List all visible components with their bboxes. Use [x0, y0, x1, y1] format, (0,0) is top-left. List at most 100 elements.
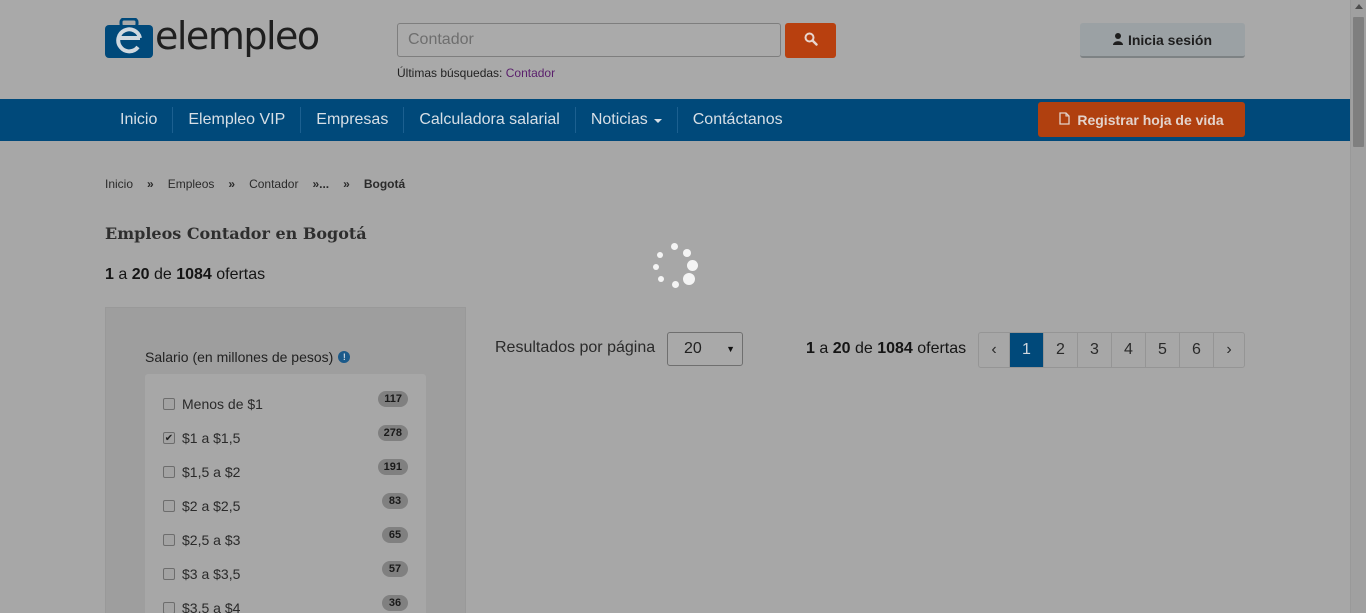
recent-search-link[interactable]: Contador	[506, 66, 555, 80]
salary-filter-option[interactable]: $3,5 a $4 36	[163, 595, 408, 613]
checkbox[interactable]	[163, 534, 175, 546]
nav-item-contactanos[interactable]: Contáctanos	[678, 107, 798, 133]
register-cv-button[interactable]: Registrar hoja de vida	[1038, 102, 1245, 137]
register-cv-label: Registrar hoja de vida	[1077, 111, 1224, 128]
pagination-page-5[interactable]: 5	[1146, 333, 1180, 367]
login-label: Inicia sesión	[1127, 31, 1213, 48]
salary-filter-option-label: Menos de $1	[182, 396, 263, 412]
pagination-prev-icon[interactable]: ‹	[979, 333, 1010, 367]
nav-item-label: Calculadora salarial	[419, 111, 560, 128]
loading-spinner-icon	[650, 242, 702, 290]
nav-item-label: Contáctanos	[692, 111, 783, 128]
logo-mark-icon	[105, 17, 153, 58]
nav-item-label: Empresas	[316, 111, 389, 128]
per-page-value: 20	[684, 340, 702, 357]
salary-filter-option[interactable]: $1,5 a $2 191	[163, 459, 408, 482]
pagination-next-icon[interactable]: ›	[1214, 333, 1244, 367]
breadcrumb-separator: »	[312, 177, 320, 191]
salary-filter-option[interactable]: $3 a $3,5 57	[163, 561, 408, 584]
breadcrumb: Inicio » Empleos » Contador » ... » Bogo…	[105, 177, 405, 191]
breadcrumb-contador[interactable]: Contador	[249, 177, 298, 191]
search-icon	[804, 32, 818, 49]
salary-filter-option-label: $3,5 a $4	[182, 600, 241, 613]
pagination-page-1[interactable]: 1	[1010, 333, 1044, 367]
document-icon	[1059, 111, 1071, 128]
count-a: a	[814, 340, 833, 357]
results-count: 1 a 20 de 1084 ofertas	[105, 266, 265, 284]
search-button[interactable]	[785, 23, 836, 58]
count-from: 1	[105, 266, 114, 283]
per-page-label: Resultados por página	[495, 339, 656, 356]
breadcrumb-empleos[interactable]: Empleos	[168, 177, 215, 191]
checkbox[interactable]	[163, 500, 175, 512]
nav-item-noticias[interactable]: Noticias	[576, 107, 678, 133]
salary-filter-option-label: $1 a $1,5	[182, 430, 241, 446]
breadcrumb-separator: »	[147, 177, 154, 191]
count-de: de	[850, 340, 878, 357]
count-a: a	[113, 266, 132, 283]
count-total: 1084	[877, 340, 913, 357]
breadcrumb-current: Bogotá	[363, 177, 406, 191]
info-icon[interactable]: !	[338, 351, 351, 363]
nav-item-label: Elempleo VIP	[188, 111, 286, 128]
count-to: 20	[131, 266, 150, 283]
salary-filter-option-count: 65	[382, 527, 408, 543]
pagination-page-3[interactable]: 3	[1078, 333, 1112, 367]
checkbox[interactable]: ✔	[163, 432, 175, 444]
salary-filter-option-label: $1,5 a $2	[182, 464, 241, 480]
page-scrollbar[interactable]	[1350, 0, 1366, 613]
nav-item-calculadora-salarial[interactable]: Calculadora salarial	[404, 107, 576, 133]
salary-filter-option-count: 117	[378, 391, 408, 407]
pagination-page-2[interactable]: 2	[1044, 333, 1078, 367]
nav-item-label: Inicio	[120, 111, 158, 128]
per-page-select[interactable]: 20 ▼	[667, 332, 743, 366]
salary-filter-option-count: 83	[382, 493, 408, 509]
salary-filter-label: Salario (en millones de pesos)	[145, 349, 334, 365]
checkbox[interactable]	[163, 398, 175, 410]
salary-filter-option-count: 36	[382, 595, 408, 611]
salary-filter-option[interactable]: ✔ $1 a $1,5 278	[163, 425, 408, 448]
results-count-top: 1 a 20 de 1084 ofertas	[806, 340, 966, 358]
breadcrumb-separator: »	[228, 177, 236, 191]
search-input[interactable]	[397, 23, 781, 57]
breadcrumb-ellipsis[interactable]: ...	[319, 177, 329, 191]
recent-searches: Últimas búsquedas: Contador	[397, 66, 555, 80]
salary-filter-option-count: 57	[382, 561, 408, 577]
dropdown-arrow-icon: ▼	[726, 344, 735, 354]
elempleo-logo[interactable]: elempleo	[105, 14, 320, 58]
salary-filter-option-label: $3 a $3,5	[182, 566, 241, 582]
breadcrumb-separator: »	[343, 177, 350, 191]
salary-filter-list: Menos de $1 117 ✔ $1 a $1,5 278 $1,5 a $2 191 $…	[145, 374, 426, 613]
logo-text: elempleo	[155, 14, 320, 58]
nav-item-inicio[interactable]: Inicio	[105, 107, 174, 133]
user-icon	[1112, 32, 1123, 48]
count-suffix: ofertas	[211, 266, 266, 283]
scroll-up-arrow-icon[interactable]	[1355, 4, 1363, 9]
nav-item-elempleo-vip[interactable]: Elempleo VIP	[173, 107, 302, 133]
pagination-page-4[interactable]: 4	[1112, 333, 1146, 367]
salary-filter-title: Salario (en millones de pesos) !	[145, 349, 351, 365]
salary-filter-option-label: $2 a $2,5	[182, 498, 241, 514]
count-suffix: ofertas	[912, 340, 967, 357]
site-header: elempleo Últimas búsquedas: Contador Ini…	[0, 0, 1350, 99]
salary-filter-option-count: 191	[377, 459, 408, 475]
count-to: 20	[832, 340, 851, 357]
count-de: de	[149, 266, 177, 283]
page-title: Empleos Contador en Bogotá	[105, 224, 367, 243]
nav-item-empresas[interactable]: Empresas	[301, 107, 405, 133]
count-from: 1	[806, 340, 815, 357]
scrollbar-thumb[interactable]	[1353, 17, 1364, 147]
pagination-page-6[interactable]: 6	[1180, 333, 1214, 367]
checkbox[interactable]	[163, 466, 175, 478]
salary-filter-option-label: $2,5 a $3	[182, 532, 241, 548]
pagination: ‹ 1 2 3 4 5 6 ›	[978, 332, 1245, 368]
salary-filter-option[interactable]: $2,5 a $3 65	[163, 527, 408, 550]
login-button[interactable]: Inicia sesión	[1080, 23, 1245, 58]
nav-item-label: Noticias	[590, 111, 648, 128]
salary-filter-option[interactable]: $2 a $2,5 83	[163, 493, 408, 516]
checkbox[interactable]	[163, 602, 175, 613]
salary-filter-option[interactable]: Menos de $1 117	[163, 391, 408, 414]
recent-searches-label: Últimas búsquedas:	[397, 66, 506, 80]
breadcrumb-inicio[interactable]: Inicio	[105, 177, 133, 191]
checkbox[interactable]	[163, 568, 175, 580]
